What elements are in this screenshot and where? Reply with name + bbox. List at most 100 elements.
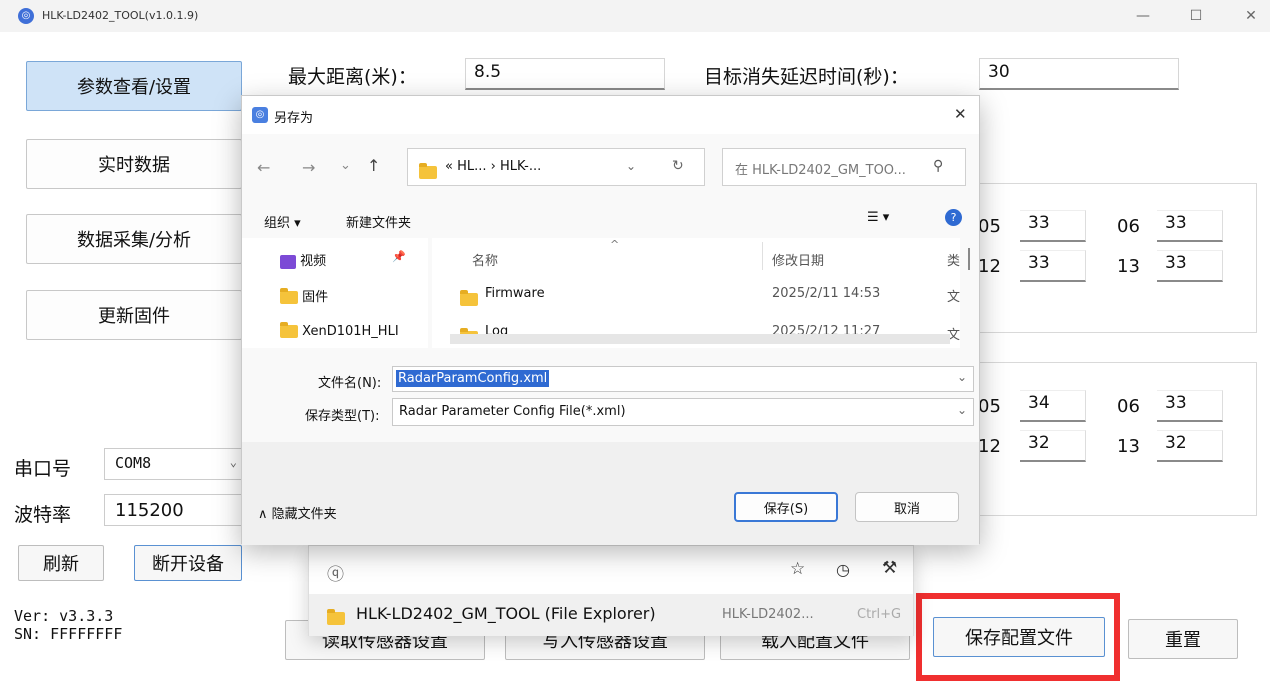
- filename-value: RadarParamConfig.xml: [396, 370, 550, 387]
- dialog-save-button[interactable]: 保存(S): [734, 492, 838, 522]
- nav-pane-item[interactable]: XenD101H_HLI: [280, 322, 399, 339]
- file-date: 2025/2/11 14:53: [772, 286, 881, 301]
- refresh-icon[interactable]: ↻: [672, 158, 684, 174]
- column-header-name[interactable]: 名称: [472, 250, 498, 269]
- grid2-label: 13: [1117, 436, 1140, 457]
- filetype-label: 保存类型(T):: [305, 409, 380, 424]
- maximize-button[interactable]: ☐: [1183, 4, 1209, 28]
- grid2-field[interactable]: 32: [1020, 430, 1086, 462]
- grid2-field[interactable]: 32: [1157, 430, 1223, 462]
- dialog-title: 另存为: [274, 111, 314, 126]
- folder-icon: [280, 288, 298, 304]
- folder-icon: [280, 322, 298, 338]
- navigation-pane: 视频 📌 固件 XenD101H_HLI: [242, 238, 428, 348]
- grid1-label: 12: [978, 256, 1001, 277]
- filename-input[interactable]: RadarParamConfig.xml ⌄: [392, 366, 974, 392]
- highlight-box: [916, 593, 1120, 681]
- star-icon[interactable]: ☆: [790, 559, 805, 579]
- port-value: COM8: [115, 454, 152, 472]
- chevron-down-icon[interactable]: ⌄: [626, 159, 636, 173]
- autocomplete-item[interactable]: HLK-LD2402_GM_TOOL (File Explorer) HLK-L…: [309, 594, 913, 636]
- nav-pane-item[interactable]: 视频: [280, 250, 326, 269]
- video-icon: [280, 254, 296, 269]
- table-row[interactable]: Firmware 2025/2/11 14:53 文: [432, 280, 960, 310]
- vertical-scrollbar[interactable]: [968, 248, 970, 270]
- grid1-field[interactable]: 33: [1157, 210, 1223, 242]
- autocomplete-item-shortcut: Ctrl+G: [857, 607, 902, 622]
- search-box[interactable]: 在 HLK-LD2402_GM_TOO... ⚲: [722, 148, 966, 186]
- column-header-type[interactable]: 类: [947, 250, 960, 269]
- dialog-cancel-button[interactable]: 取消: [855, 492, 959, 522]
- dialog-app-icon: ◎: [252, 107, 268, 123]
- sn-text: SN: FFFFFFFF: [14, 625, 123, 643]
- refresh-button[interactable]: 刷新: [18, 545, 104, 581]
- grid2-label: 06: [1117, 396, 1140, 417]
- window-title: HLK-LD2402_TOOL(v1.0.1.9): [42, 9, 199, 22]
- close-button[interactable]: ✕: [1238, 4, 1264, 28]
- max-distance-label: 最大距离(米)：: [288, 66, 417, 88]
- autocomplete-item-path: HLK-LD2402...: [722, 607, 814, 622]
- max-distance-field[interactable]: 8.5: [465, 58, 665, 90]
- delay-label: 目标消失延迟时间(秒)：: [704, 66, 909, 88]
- filetype-value: Radar Parameter Config File(*.xml): [399, 404, 626, 419]
- chevron-down-icon[interactable]: ⌄: [957, 403, 967, 417]
- grid1-field[interactable]: 33: [1020, 250, 1086, 282]
- search-placeholder: 在 HLK-LD2402_GM_TOO...: [735, 163, 906, 178]
- path-bar[interactable]: « HL... › HLK-... ⌄ ↻: [407, 148, 705, 186]
- disconnect-button[interactable]: 断开设备: [134, 545, 242, 581]
- dialog-close-icon[interactable]: ✕: [954, 105, 967, 123]
- help-icon[interactable]: ?: [945, 209, 962, 226]
- save-as-dialog: ◎ 另存为 ✕ ← → ⌄ ↑ « HL... › HLK-... ⌄ ↻ 在 …: [241, 95, 980, 545]
- path-text: « HL... › HLK-...: [445, 159, 542, 174]
- grid1-field[interactable]: 33: [1157, 250, 1223, 282]
- folder-icon: [460, 290, 478, 306]
- chevron-down-icon[interactable]: ⌄: [957, 370, 967, 384]
- app-icon: ◎: [18, 8, 34, 24]
- grid2-field[interactable]: 33: [1157, 390, 1223, 422]
- chevron-down-icon: ⌄: [229, 455, 237, 469]
- port-select[interactable]: COM8 ⌄: [104, 448, 244, 480]
- filename-label: 文件名(N):: [318, 376, 382, 391]
- hide-folders-toggle[interactable]: ∧ 隐藏文件夹: [258, 503, 337, 522]
- nav-params-button[interactable]: 参数查看/设置: [26, 61, 242, 111]
- delay-field[interactable]: 30: [979, 58, 1179, 90]
- dialog-title-bar: ◎ 另存为 ✕: [242, 96, 979, 134]
- sort-up-icon: ^: [610, 238, 620, 251]
- forward-arrow-icon[interactable]: →: [302, 158, 315, 177]
- address-autocomplete: ⓠ ☆ ◷ ⚒ HLK-LD2402_GM_TOOL (File Explore…: [308, 545, 914, 636]
- file-name: Firmware: [485, 286, 545, 301]
- version-text: Ver: v3.3.3: [14, 607, 114, 625]
- grid2-label: 05: [978, 396, 1001, 417]
- nav-pane-item[interactable]: 固件: [280, 286, 328, 305]
- nav-realtime-button[interactable]: 实时数据: [26, 139, 242, 189]
- grid1-field[interactable]: 33: [1020, 210, 1086, 242]
- nav-pane-item-label: XenD101H_HLI: [302, 324, 399, 339]
- column-header-date[interactable]: 修改日期: [772, 250, 824, 269]
- grid1-label: 05: [978, 216, 1001, 237]
- grid2-field[interactable]: 34: [1020, 390, 1086, 422]
- new-folder-button[interactable]: 新建文件夹: [346, 212, 411, 231]
- hide-folders-label: 隐藏文件夹: [271, 507, 337, 522]
- file-type: 文: [947, 290, 960, 305]
- recent-chevron-icon[interactable]: ⌄: [340, 158, 351, 173]
- history-icon[interactable]: ◷: [836, 560, 850, 579]
- organize-menu[interactable]: 组织 ▾: [264, 212, 301, 231]
- tools-icon[interactable]: ⚒: [882, 558, 897, 578]
- minimize-button[interactable]: —: [1130, 4, 1156, 28]
- grid2-label: 12: [978, 436, 1001, 457]
- back-arrow-icon[interactable]: ←: [257, 158, 270, 177]
- folder-icon: [419, 163, 437, 179]
- nav-firmware-button[interactable]: 更新固件: [26, 290, 242, 340]
- file-list: 名称 ^ 修改日期 类 Firmware 2025/2/11 14:53 文 L…: [432, 238, 960, 348]
- baud-label: 波特率: [14, 504, 72, 526]
- column-divider: [762, 242, 763, 270]
- nav-collect-button[interactable]: 数据采集/分析: [26, 214, 242, 264]
- search-icon: ⓠ: [327, 565, 344, 585]
- reset-button[interactable]: 重置: [1128, 619, 1238, 659]
- filetype-select[interactable]: Radar Parameter Config File(*.xml) ⌄: [392, 398, 974, 426]
- view-menu-icon[interactable]: ☰ ▾: [867, 210, 889, 225]
- baud-select[interactable]: 115200: [104, 494, 244, 526]
- nav-pane-item-label: 固件: [302, 290, 329, 305]
- up-arrow-icon[interactable]: ↑: [367, 156, 380, 175]
- horizontal-scrollbar[interactable]: [450, 334, 950, 344]
